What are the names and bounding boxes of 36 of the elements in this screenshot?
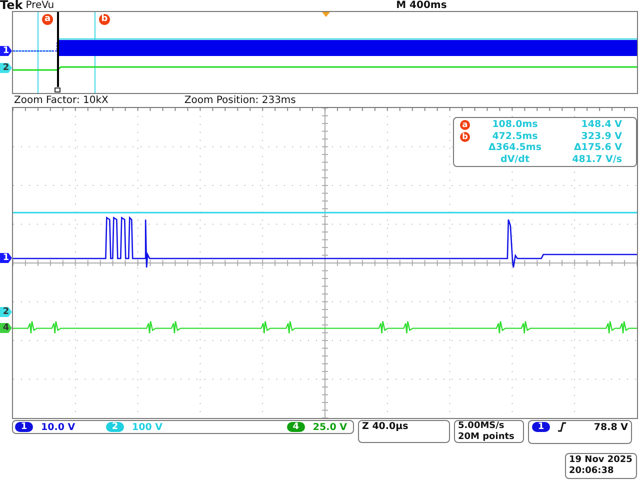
readout-time: 472.5ms [491, 130, 539, 142]
readout-value: 481.7 V/s [571, 154, 623, 165]
trigger-source-badge: 1 [532, 422, 550, 432]
date-label: 19 Nov 2025 [569, 455, 633, 466]
trigger-position-icon [322, 12, 330, 17]
cursor-label: a [42, 14, 53, 25]
zoom-position-label: Zoom Position: 233ms [184, 94, 296, 107]
channel-scale: 100 V [132, 422, 162, 432]
cursor-label: a [460, 120, 470, 130]
readout-value: 148.4 V [580, 119, 623, 130]
channel-scale: 10.0 V [41, 422, 76, 432]
channel-badge[interactable]: 1 [15, 422, 33, 432]
trigger-level: 78.8 V [594, 422, 628, 433]
zoom-handle-icon[interactable] [54, 88, 60, 92]
readout-time: 108.0ms [491, 119, 539, 130]
record-length: 20M points [458, 432, 516, 443]
readout-time: Δ364.5ms [488, 142, 542, 154]
zoom-scale-readout[interactable]: Z 40.0µs [358, 420, 450, 443]
sample-rate: 5.00MS/s [458, 421, 506, 432]
readout-value: 323.9 V [580, 130, 623, 142]
channel-marker[interactable]: 2 [0, 307, 12, 317]
timebase-readout: M 400ms [396, 0, 447, 11]
rising-edge-icon [558, 422, 566, 432]
channel-marker[interactable]: 4 [0, 323, 12, 333]
cursor-label: b [99, 14, 110, 25]
readout-value: Δ175.6 V [572, 142, 623, 154]
channel-marker[interactable]: 1 [0, 46, 12, 56]
channel-marker[interactable]: 1 [0, 253, 12, 263]
brand-label: Tek [0, 0, 23, 11]
channel-scale: 25.0 V [312, 422, 347, 432]
time-label: 20:06:38 [569, 466, 615, 477]
cursor-label: b [460, 132, 470, 142]
zoom-factor-label: Zoom Factor: 10kX [14, 94, 108, 107]
channel-marker[interactable]: 2 [0, 63, 12, 73]
readout-time: dV/dt [500, 154, 530, 165]
mode-label: PreVu [26, 0, 54, 11]
